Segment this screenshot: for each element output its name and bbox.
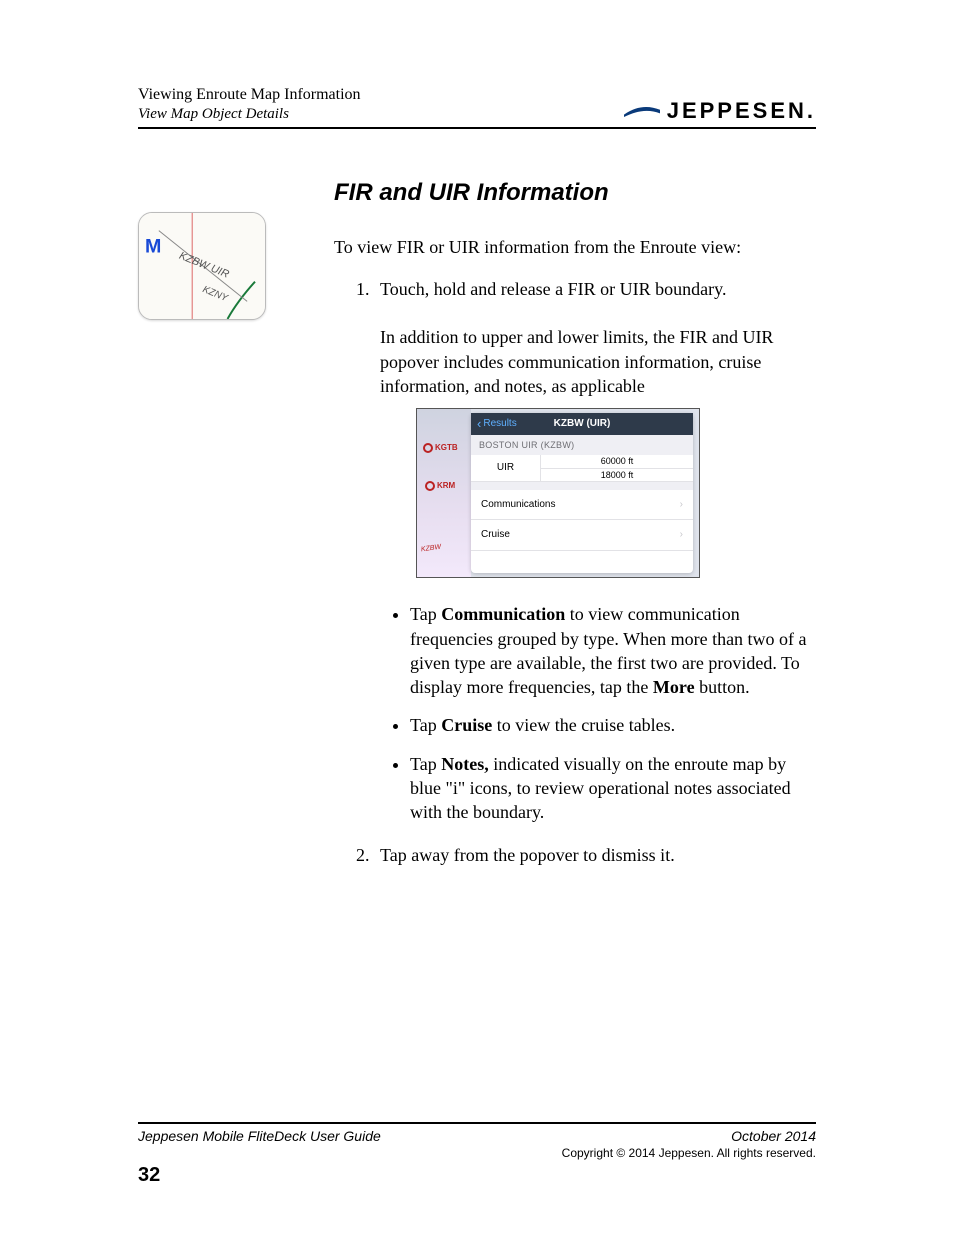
running-header: Viewing Enroute Map Information View Map… xyxy=(138,85,816,129)
thumb-m-label: M xyxy=(145,235,161,257)
map-label-kgtb: KGTB xyxy=(435,443,458,452)
sub-bullets: Tap Communication to view communication … xyxy=(410,602,816,824)
header-line1: Viewing Enroute Map Information xyxy=(138,85,361,105)
ring-icon xyxy=(425,481,435,491)
map-thumbnail: M KZBW UIR KZNY xyxy=(138,212,266,320)
popover-title: KZBW (UIR) xyxy=(554,417,611,431)
header-line2: View Map Object Details xyxy=(138,105,361,124)
ring-icon xyxy=(423,443,433,453)
brand-logo: JEPPESEN. xyxy=(623,98,816,124)
cruise-row[interactable]: Cruise › xyxy=(471,520,693,551)
page-footer: Jeppesen Mobile FliteDeck User Guide Oct… xyxy=(138,1122,816,1187)
bullet-cruise: Tap Cruise to view the cruise tables. xyxy=(410,713,816,737)
brand-text: JEPPESEN. xyxy=(667,98,816,124)
popover-screenshot: KGTB KRM KZBW ‹ Results xyxy=(416,408,700,578)
upper-limit: 60000 ft xyxy=(541,455,693,468)
footer-copyright: Copyright © 2014 Jeppesen. All rights re… xyxy=(138,1146,816,1160)
chevron-right-icon: › xyxy=(680,498,683,512)
intro-paragraph: To view FIR or UIR information from the … xyxy=(334,235,816,259)
step-2: Tap away from the popover to dismiss it. xyxy=(374,843,816,867)
page-number: 32 xyxy=(138,1164,816,1187)
footer-guide: Jeppesen Mobile FliteDeck User Guide xyxy=(138,1128,381,1144)
communications-row[interactable]: Communications › xyxy=(471,490,693,521)
lower-limit: 18000 ft xyxy=(541,469,693,481)
bullet-communication: Tap Communication to view communication … xyxy=(410,602,816,699)
section-heading: FIR and UIR Information xyxy=(334,179,816,207)
step1-lead: Touch, hold and release a FIR or UIR bou… xyxy=(380,279,726,299)
steps-list: Touch, hold and release a FIR or UIR bou… xyxy=(374,277,816,867)
footer-date: October 2014 xyxy=(731,1128,816,1144)
back-button[interactable]: ‹ Results xyxy=(477,417,517,431)
popover-section-head: BOSTON UIR (KZBW) xyxy=(471,435,693,455)
cruise-label: Cruise xyxy=(481,528,510,542)
popover-titlebar: ‹ Results KZBW (UIR) xyxy=(471,413,693,435)
chevron-right-icon: › xyxy=(680,528,683,542)
communications-label: Communications xyxy=(481,498,555,512)
map-label-krm: KRM xyxy=(437,481,455,490)
step-1: Touch, hold and release a FIR or UIR bou… xyxy=(374,277,816,825)
step1-body: In addition to upper and lower limits, t… xyxy=(380,325,816,398)
swoosh-icon xyxy=(623,105,661,117)
limits-label: UIR xyxy=(471,455,541,480)
fir-popover: ‹ Results KZBW (UIR) BOSTON UIR (KZBW) U… xyxy=(471,413,693,573)
back-label: Results xyxy=(483,417,516,431)
bullet-notes: Tap Notes, indicated visually on the enr… xyxy=(410,752,816,825)
limits-row: UIR 60000 ft 18000 ft xyxy=(471,455,693,481)
